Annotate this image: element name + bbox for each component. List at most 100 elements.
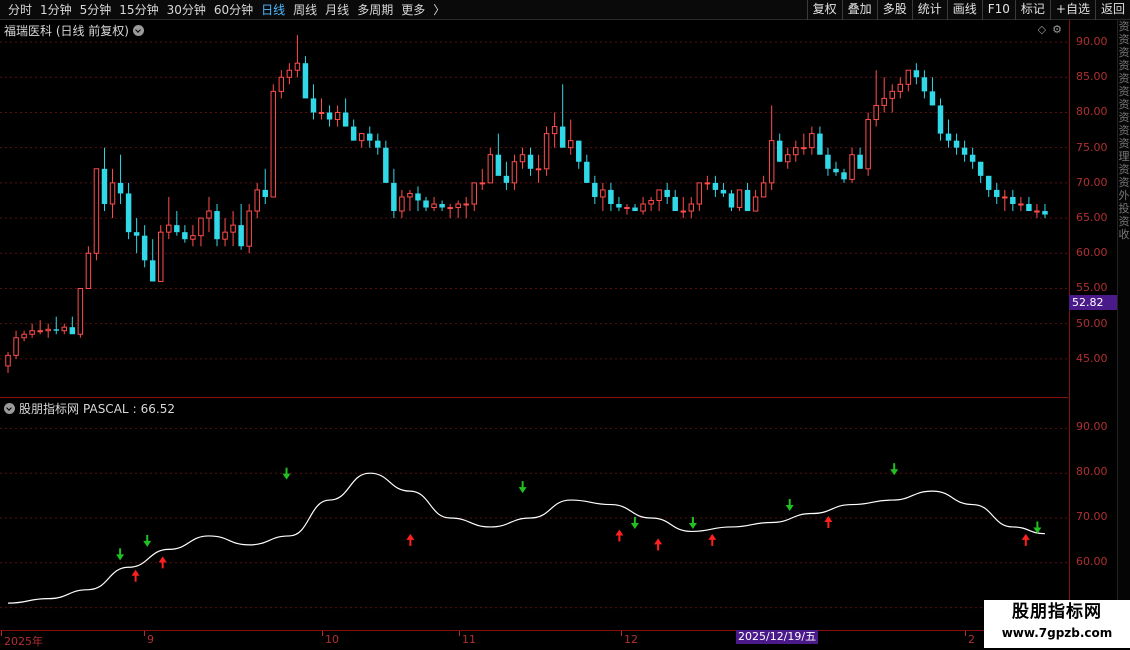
side-strip-char: 外: [1118, 189, 1130, 202]
tool-button-7[interactable]: +自选: [1049, 0, 1095, 20]
price-axis-label: 50.00: [1076, 316, 1108, 330]
candle-body-down: [133, 232, 140, 236]
candle-body-up: [318, 111, 325, 114]
period-tab-5[interactable]: 60分钟: [210, 0, 257, 20]
buy-arrow-head: [131, 569, 140, 576]
more-chevron-icon[interactable]: 〉: [429, 0, 449, 20]
period-tab-7[interactable]: 周线: [289, 0, 321, 20]
candle-body-down: [1026, 204, 1032, 212]
period-tab-0[interactable]: 分时: [4, 0, 36, 20]
candle-body-up: [785, 154, 791, 163]
period-tab-1[interactable]: 1分钟: [36, 0, 76, 20]
indicator-axis-label: 60.00: [1076, 554, 1108, 568]
tool-button-3[interactable]: 统计: [911, 0, 947, 20]
candle-body-up: [109, 182, 116, 205]
tool-button-8[interactable]: 返回: [1094, 0, 1130, 20]
candle-body-down: [214, 211, 220, 240]
candle-body-down: [841, 172, 847, 180]
candle-body-down: [825, 154, 831, 169]
date-axis-label: 11: [462, 633, 476, 646]
price-axis-label: 70.00: [1076, 175, 1108, 189]
kline-chart[interactable]: [0, 20, 1068, 396]
candle-body-down: [833, 168, 839, 173]
candle-body-up: [455, 203, 461, 209]
candle-body-down: [953, 140, 960, 148]
candle-body-up: [463, 203, 469, 206]
candle-body-down: [592, 182, 598, 197]
indicator-axis-label: 80.00: [1076, 465, 1108, 479]
side-strip-char: 资: [1118, 176, 1130, 189]
cursor-date-label: 2025/12/19/五: [736, 630, 819, 644]
candle-body-up: [270, 90, 277, 198]
indicator-dropdown-icon[interactable]: [4, 403, 15, 414]
candle-body-down: [559, 126, 566, 148]
candle-body-up: [897, 83, 904, 92]
price-axis-label: 65.00: [1076, 211, 1108, 225]
candle-body-down: [728, 193, 735, 208]
title-dropdown-icon[interactable]: [133, 25, 144, 36]
kline-pane-title: 福瑞医科 (日线 前复权): [4, 22, 144, 39]
candle-body-down: [495, 154, 502, 176]
candle-body-up: [1018, 203, 1024, 206]
diamond-icon[interactable]: ◇: [1038, 23, 1046, 36]
indicator-chart[interactable]: [0, 398, 1068, 631]
candle-body-up: [1002, 196, 1008, 199]
period-tab-10[interactable]: 更多: [397, 0, 429, 20]
side-info-strip: 资资资资资资资资资资理资资外投资收: [1117, 20, 1130, 630]
candle-body-up: [230, 224, 236, 233]
candle-body-up: [1034, 210, 1040, 213]
sell-arrow-head: [630, 522, 639, 529]
tool-button-6[interactable]: 标记: [1014, 0, 1050, 20]
sell-arrow-head: [116, 554, 125, 561]
tool-button-4[interactable]: 画线: [946, 0, 982, 20]
candle-body-up: [61, 326, 68, 332]
tool-button-2[interactable]: 多股: [876, 0, 912, 20]
candle-body-up: [93, 168, 100, 254]
period-tab-8[interactable]: 月线: [321, 0, 353, 20]
tool-button-0[interactable]: 复权: [806, 0, 842, 20]
sell-arrow-head: [785, 505, 794, 512]
sell-arrow-head: [143, 540, 152, 547]
side-strip-char: 资: [1118, 33, 1130, 46]
candle-body-up: [166, 224, 172, 233]
candle-body-down: [310, 98, 317, 113]
candle-body-up: [222, 231, 228, 240]
candle-body-down: [383, 147, 389, 183]
period-tab-6[interactable]: 日线: [257, 0, 289, 20]
top-toolbar: 分时 1分钟 5分钟 15分钟 30分钟 60分钟 日线 周线 月线 多周期 更多〉 复权 叠加 多股统…: [0, 0, 1130, 20]
candle-body-up: [246, 210, 252, 247]
candle-body-up: [487, 154, 494, 184]
period-tab-2[interactable]: 5分钟: [76, 0, 116, 20]
period-tab-9[interactable]: 多周期: [353, 0, 397, 20]
candle-body-down: [439, 204, 445, 208]
candle-body-down: [326, 112, 333, 120]
tool-button-5[interactable]: F10: [981, 0, 1015, 20]
candle-body-up: [29, 330, 35, 335]
side-strip-char: 资: [1118, 137, 1130, 150]
period-tab-3[interactable]: 15分钟: [115, 0, 162, 20]
candle-body-down: [969, 154, 976, 162]
candle-body-down: [125, 193, 132, 233]
candle-body-down: [423, 200, 429, 208]
candle-body-up: [158, 231, 164, 282]
indicator-pane: 股朋指标网 PASCAL: 66.52: [0, 397, 1068, 630]
price-axis-label: 55.00: [1076, 281, 1108, 295]
watermark: 股朋指标网 www.7gpzb.com: [984, 600, 1130, 648]
gear-icon[interactable]: ⚙: [1052, 23, 1062, 36]
period-tab-4[interactable]: 30分钟: [163, 0, 210, 20]
candle-body-up: [519, 154, 526, 163]
candle-body-up: [768, 140, 775, 184]
candle-body-down: [664, 189, 670, 197]
candle-body-up: [889, 90, 895, 99]
candle-body-up: [801, 147, 807, 150]
date-axis-tick: [144, 631, 145, 636]
candle-body-up: [407, 192, 413, 198]
buy-arrow-head: [824, 516, 833, 522]
candle-body-up: [13, 337, 19, 356]
candle-body-down: [584, 161, 590, 183]
tool-button-1[interactable]: 叠加: [841, 0, 877, 20]
date-axis-tick: [459, 631, 460, 636]
candle-body-up: [21, 333, 27, 339]
side-strip-char: 资: [1118, 72, 1130, 85]
candle-body-down: [101, 168, 108, 204]
